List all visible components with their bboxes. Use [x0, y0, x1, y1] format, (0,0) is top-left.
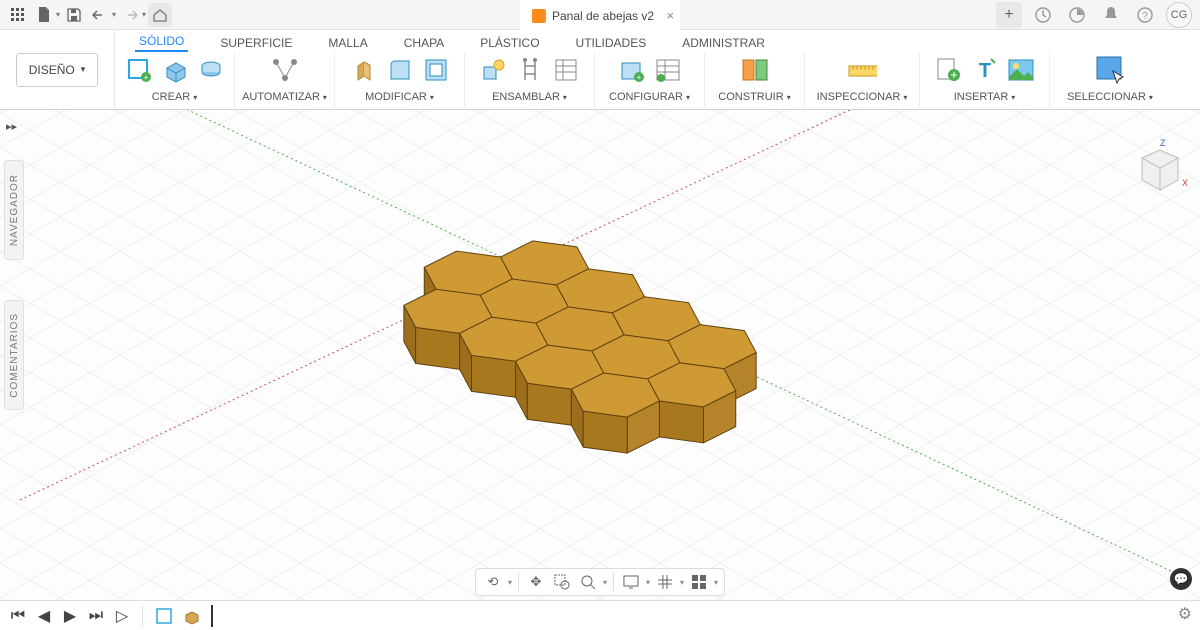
zoom-window-icon[interactable]: [551, 571, 573, 593]
assemble-icon[interactable]: [479, 55, 509, 85]
extrude-icon[interactable]: [160, 55, 190, 85]
axis-z-label: Z: [1160, 138, 1166, 148]
tab-plastico[interactable]: PLÁSTICO: [476, 36, 543, 52]
timeline-end-icon[interactable]: ⏭: [86, 606, 106, 626]
group-configurar-label[interactable]: CONFIGURAR▾: [609, 88, 690, 106]
insert-image-icon[interactable]: [1006, 55, 1036, 85]
select-icon[interactable]: [1095, 55, 1125, 85]
redo-caret[interactable]: ▾: [142, 10, 146, 19]
job-status-icon[interactable]: [1064, 2, 1090, 28]
file-icon[interactable]: [32, 3, 56, 27]
svg-text:T: T: [978, 60, 990, 82]
undo-caret[interactable]: ▾: [112, 10, 116, 19]
tab-superficie[interactable]: SUPERFICIE: [216, 36, 296, 52]
titlebar-right: + ? CG: [996, 2, 1200, 28]
expand-browser-icon[interactable]: ▸▸: [6, 120, 17, 133]
ribbon-groups: + CREAR▾ AUTOMATIZAR▾ MODIFICAR▾ ENSAMBL…: [115, 52, 1200, 110]
revolve-icon[interactable]: [196, 55, 226, 85]
automate-icon[interactable]: [270, 55, 300, 85]
navigation-toolbar: ⟲▾ ✥ ▾ ▾ ▾ ▾: [475, 568, 725, 596]
display-icon[interactable]: [620, 571, 642, 593]
insert-derive-icon[interactable]: [934, 55, 964, 85]
fillet-icon[interactable]: [385, 55, 415, 85]
extensions-icon[interactable]: [1030, 2, 1056, 28]
3d-viewport[interactable]: X Z: [0, 110, 1200, 600]
config-icon[interactable]: +: [617, 55, 647, 85]
user-avatar[interactable]: CG: [1166, 2, 1192, 28]
group-seleccionar: SELECCIONAR▾: [1050, 52, 1170, 110]
browser-panel-collapsed[interactable]: NAVEGADOR: [4, 160, 24, 260]
notifications-icon[interactable]: [1098, 2, 1124, 28]
document-title: Panal de abejas v2: [552, 9, 654, 23]
tab-chapa[interactable]: CHAPA: [400, 36, 448, 52]
measure-icon[interactable]: [847, 55, 877, 85]
tab-malla[interactable]: MALLA: [324, 36, 371, 52]
group-crear: + CREAR▾: [115, 52, 235, 110]
group-construir: CONSTRUIR▾: [705, 52, 805, 110]
workspace-label: DISEÑO: [29, 63, 75, 77]
bom-icon[interactable]: [551, 55, 581, 85]
shell-icon[interactable]: [421, 55, 451, 85]
tab-utilidades[interactable]: UTILIDADES: [572, 36, 651, 52]
timeline-marker[interactable]: [211, 605, 213, 627]
group-modificar-label[interactable]: MODIFICAR▾: [365, 88, 434, 106]
svg-text:+: +: [636, 73, 641, 82]
quick-access-toolbar: ▾ ▾ ▾: [0, 3, 178, 27]
group-insertar: T INSERTAR▾: [920, 52, 1050, 110]
zoom-icon[interactable]: [577, 571, 599, 593]
presspull-icon[interactable]: [349, 55, 379, 85]
feature-extrude-icon[interactable]: [181, 605, 203, 627]
tab-solido[interactable]: SÓLIDO: [135, 34, 188, 52]
params-icon[interactable]: [653, 55, 683, 85]
grid-apps-icon[interactable]: [6, 3, 30, 27]
sketch-icon[interactable]: +: [124, 55, 154, 85]
timeline-back-icon[interactable]: ◀: [34, 606, 54, 626]
timeline-bar: ⏮ ◀ ▶ ⏭ ▷: [0, 600, 1200, 630]
group-crear-label[interactable]: CREAR▾: [152, 88, 198, 106]
group-seleccionar-label[interactable]: SELECCIONAR▾: [1067, 88, 1153, 106]
ribbon-tabs: SÓLIDO SUPERFICIE MALLA CHAPA PLÁSTICO U…: [115, 30, 769, 52]
help-icon[interactable]: ?: [1132, 2, 1158, 28]
document-tab[interactable]: Panal de abejas v2 ×: [520, 0, 680, 30]
home-icon[interactable]: [148, 3, 172, 27]
construct-icon[interactable]: [740, 55, 770, 85]
redo-icon[interactable]: [118, 3, 142, 27]
orbit-icon[interactable]: ⟲: [482, 571, 504, 593]
save-icon[interactable]: [62, 3, 86, 27]
group-inspeccionar: INSPECCIONAR▾: [805, 52, 920, 110]
grid-settings-icon[interactable]: [654, 571, 676, 593]
assistant-badge[interactable]: 💬: [1170, 568, 1192, 590]
undo-icon[interactable]: [88, 3, 112, 27]
group-modificar: MODIFICAR▾: [335, 52, 465, 110]
group-construir-label[interactable]: CONSTRUIR▾: [718, 88, 790, 106]
timeline-settings-icon[interactable]: ⚙: [1178, 604, 1192, 624]
svg-text:?: ?: [1142, 11, 1148, 22]
group-ensamblar-label[interactable]: ENSAMBLAR▾: [492, 88, 567, 106]
timeline-fwd-icon[interactable]: ▶: [60, 606, 80, 626]
feature-sketch-icon[interactable]: [153, 605, 175, 627]
insert-text-icon[interactable]: T: [970, 55, 1000, 85]
comments-panel-collapsed[interactable]: COMENTARIOS: [4, 300, 24, 410]
group-automatizar-label[interactable]: AUTOMATIZAR▾: [242, 88, 327, 106]
group-inspeccionar-label[interactable]: INSPECCIONAR▾: [817, 88, 908, 106]
close-tab-icon[interactable]: ×: [666, 8, 674, 23]
document-cube-icon: [532, 9, 546, 23]
svg-text:+: +: [143, 73, 148, 82]
timeline-start-icon[interactable]: ⏮: [8, 606, 28, 626]
pan-icon[interactable]: ✥: [525, 571, 547, 593]
viewport-icon[interactable]: [688, 571, 710, 593]
group-configurar: + CONFIGURAR▾: [595, 52, 705, 110]
app-titlebar: ▾ ▾ ▾ Panal de abejas v2 × + ? CG: [0, 0, 1200, 30]
file-dropdown-caret[interactable]: ▾: [56, 10, 60, 19]
joint-icon[interactable]: [515, 55, 545, 85]
group-insertar-label[interactable]: INSERTAR▾: [954, 88, 1016, 106]
new-tab-button[interactable]: +: [996, 2, 1022, 28]
group-automatizar: AUTOMATIZAR▾: [235, 52, 335, 110]
group-ensamblar: ENSAMBLAR▾: [465, 52, 595, 110]
workspace-switcher[interactable]: DISEÑO▾: [0, 30, 115, 109]
timeline-play-icon[interactable]: ▷: [112, 606, 132, 626]
axis-x-label: X: [1182, 178, 1188, 188]
tab-administrar[interactable]: ADMINISTRAR: [678, 36, 769, 52]
